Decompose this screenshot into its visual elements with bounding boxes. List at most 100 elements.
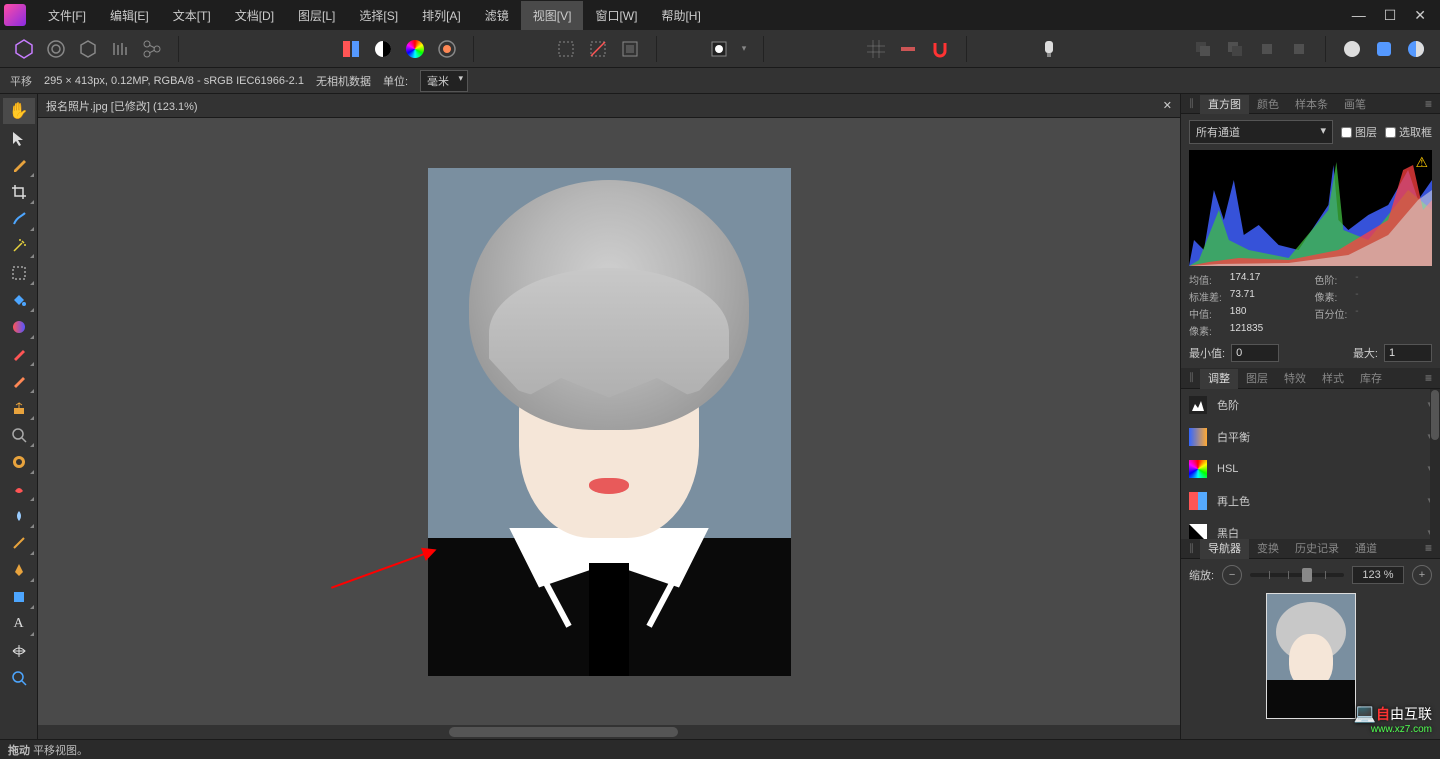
histogram-display: ⚠ [1189, 150, 1432, 266]
main-menu: 文件[F]编辑[E]文本[T]文档[D]图层[L]选择[S]排列[A]滤镜视图[… [36, 1, 713, 30]
add-layer-icon[interactable] [1338, 35, 1366, 63]
tab-画笔[interactable]: 画笔 [1336, 95, 1374, 115]
marquee-off-icon[interactable] [584, 35, 612, 63]
crop-tool[interactable] [3, 179, 35, 205]
tab-库存[interactable]: 库存 [1352, 369, 1390, 389]
panel-menu-icon[interactable]: ≡ [1417, 541, 1440, 555]
adjustment-HSL[interactable]: HSL▾ [1181, 453, 1440, 485]
pan-tool[interactable]: ✋ [3, 98, 35, 124]
horizontal-scrollbar[interactable] [38, 725, 1180, 739]
marquee-tool[interactable] [3, 260, 35, 286]
minimize-button[interactable]: — [1352, 7, 1366, 24]
close-button[interactable]: ✕ [1414, 7, 1426, 24]
panel-menu-icon[interactable]: ≡ [1417, 371, 1440, 385]
zoom-value[interactable]: 123 % [1352, 566, 1404, 584]
mesh-tool[interactable] [3, 638, 35, 664]
persona-develop-icon[interactable] [74, 35, 102, 63]
close-tab-icon[interactable]: ✕ [1163, 99, 1172, 112]
gradient-tool[interactable] [3, 314, 35, 340]
adjustment-色阶[interactable]: 色阶▾ [1181, 389, 1440, 421]
menu-窗口[W][interactable]: 窗口[W] [583, 1, 649, 30]
menu-排列[A][interactable]: 排列[A] [410, 1, 473, 30]
selection-checkbox[interactable]: 选取框 [1385, 124, 1432, 140]
zoom-out-button[interactable]: − [1222, 565, 1242, 585]
min-input[interactable] [1231, 344, 1279, 362]
add-adjust-icon[interactable] [1402, 35, 1430, 63]
maximize-button[interactable]: ☐ [1384, 7, 1397, 24]
unit-dropdown[interactable]: 毫米 [420, 70, 468, 92]
brush-selection-tool[interactable] [3, 206, 35, 232]
channel-dropdown[interactable]: 所有通道 [1189, 120, 1333, 144]
assistant-icon[interactable] [1035, 35, 1063, 63]
tab-特效[interactable]: 特效 [1276, 369, 1314, 389]
menu-选择[S][interactable]: 选择[S] [347, 1, 410, 30]
menu-视图[V][interactable]: 视图[V] [521, 1, 584, 30]
layer-checkbox[interactable]: 图层 [1341, 124, 1377, 140]
persona-export-icon[interactable] [138, 35, 166, 63]
magic-wand-tool[interactable] [3, 233, 35, 259]
menu-滤镜[interactable]: 滤镜 [473, 1, 521, 30]
zoom-in-button[interactable]: + [1412, 565, 1432, 585]
tab-通道[interactable]: 通道 [1347, 539, 1385, 559]
tab-颜色[interactable]: 颜色 [1249, 95, 1287, 115]
tab-样式[interactable]: 样式 [1314, 369, 1352, 389]
erase-tool[interactable] [3, 368, 35, 394]
dropdown-arrow-icon[interactable]: ▾ [737, 35, 751, 63]
zoom-slider[interactable] [1250, 573, 1344, 577]
shape-tool[interactable] [3, 584, 35, 610]
flood-fill-tool[interactable] [3, 287, 35, 313]
quick-mask-icon[interactable] [705, 35, 733, 63]
menu-文件[F][interactable]: 文件[F] [36, 1, 98, 30]
adjust-scrollbar[interactable] [1430, 389, 1440, 539]
document-tab[interactable]: 报名照片.jpg [已修改] (123.1%) ✕ [38, 94, 1180, 118]
blur-tool[interactable] [3, 503, 35, 529]
view-tool[interactable] [3, 665, 35, 691]
grid-small-icon[interactable] [862, 35, 890, 63]
tab-直方图[interactable]: 直方图 [1200, 95, 1249, 115]
color-wheel-icon[interactable] [401, 35, 429, 63]
menu-图层[L][interactable]: 图层[L] [286, 1, 347, 30]
tab-历史记录[interactable]: 历史记录 [1287, 539, 1347, 559]
paint-brush-tool[interactable] [3, 341, 35, 367]
persona-liquify-icon[interactable] [42, 35, 70, 63]
swatch-tool-icon[interactable] [337, 35, 365, 63]
add-mask-icon[interactable] [1370, 35, 1398, 63]
grid-ruler-icon[interactable] [894, 35, 922, 63]
soft-proof-icon[interactable] [433, 35, 461, 63]
canvas[interactable] [38, 118, 1180, 725]
histogram-stats: 均值:174.17 色阶:- 标准差:73.71 像素:- 中值:180 百分位… [1189, 272, 1432, 338]
inpaint-tool[interactable] [3, 449, 35, 475]
adjustment-黑白[interactable]: 黑白▾ [1181, 517, 1440, 539]
clip-canvas-icon[interactable] [616, 35, 644, 63]
adjustment-再上色[interactable]: 再上色▾ [1181, 485, 1440, 517]
smudge-tool[interactable] [3, 530, 35, 556]
min-label: 最小值: [1189, 345, 1225, 361]
panel-menu-icon[interactable]: ≡ [1417, 97, 1440, 111]
menu-编辑[E][interactable]: 编辑[E] [98, 1, 161, 30]
menu-文本[T][interactable]: 文本[T] [161, 1, 223, 30]
healing-tool[interactable] [3, 476, 35, 502]
persona-tone-icon[interactable] [106, 35, 134, 63]
panel-tabs-2: ∥ 调整图层特效样式库存 ≡ [1181, 368, 1440, 388]
status-description: 平移视图。 [33, 742, 88, 758]
max-input[interactable] [1384, 344, 1432, 362]
tab-图层[interactable]: 图层 [1238, 369, 1276, 389]
move-tool[interactable] [3, 125, 35, 151]
menu-文档[D][interactable]: 文档[D] [223, 1, 286, 30]
zoom-tool[interactable] [3, 422, 35, 448]
contrast-tool-icon[interactable] [369, 35, 397, 63]
snap-magnet-icon[interactable] [926, 35, 954, 63]
tab-变换[interactable]: 变换 [1249, 539, 1287, 559]
text-tool[interactable]: A [3, 611, 35, 637]
color-picker-tool[interactable] [3, 152, 35, 178]
tool-name-label: 平移 [10, 73, 32, 89]
menu-帮助[H][interactable]: 帮助[H] [649, 1, 712, 30]
tab-样本条[interactable]: 样本条 [1287, 95, 1336, 115]
adjustment-白平衡[interactable]: 白平衡▾ [1181, 421, 1440, 453]
tab-调整[interactable]: 调整 [1200, 369, 1238, 389]
tab-导航器[interactable]: 导航器 [1200, 539, 1249, 559]
persona-photo-icon[interactable] [10, 35, 38, 63]
clone-tool[interactable] [3, 395, 35, 421]
marquee-rect-icon[interactable] [552, 35, 580, 63]
pen-tool[interactable] [3, 557, 35, 583]
